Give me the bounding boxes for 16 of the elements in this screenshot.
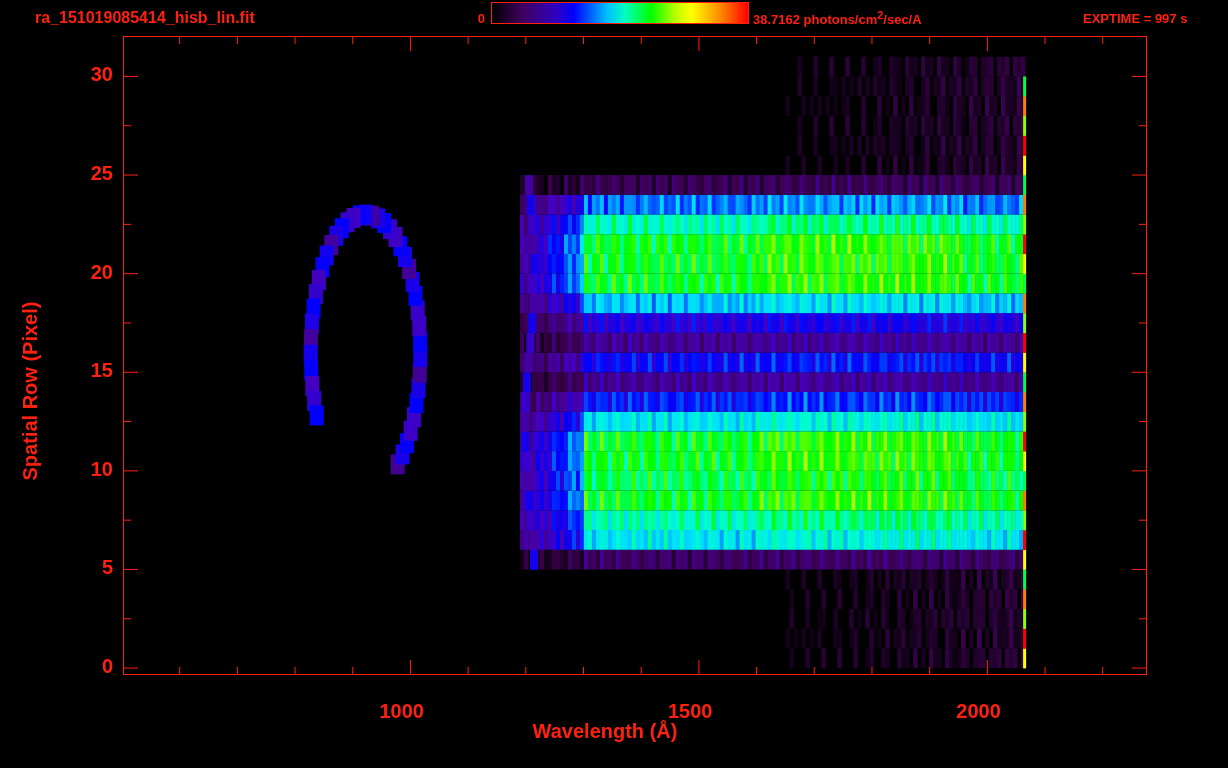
file-name: ra_151019085414_hisb_lin.fit [35, 9, 256, 27]
exposure-time: EXPTIME = 997 s [1083, 10, 1188, 26]
y-tick-label: 10 [90, 457, 113, 481]
x-tick-label: 2000 [956, 700, 1001, 723]
colorbar-max-label: 38.7162 photons/cm$^{2}$/sec/A [753, 8, 923, 28]
y-tick-label: 20 [90, 260, 113, 284]
x-tick-label: 1000 [379, 700, 424, 723]
y-tick-label: 0 [101, 655, 113, 679]
colorbar-min-label: 0 [476, 10, 485, 26]
y-tick-label: 5 [101, 556, 113, 580]
x-axis-label: Wavelength (Å) [532, 720, 678, 743]
x-tick-label: 1500 [667, 700, 713, 722]
y-tick-label: 30 [90, 63, 113, 87]
y-tick-label: 15 [90, 359, 113, 383]
y-tick-label: 25 [90, 162, 113, 186]
y-axis-label: Spatial Row (Pixel) [18, 301, 42, 481]
